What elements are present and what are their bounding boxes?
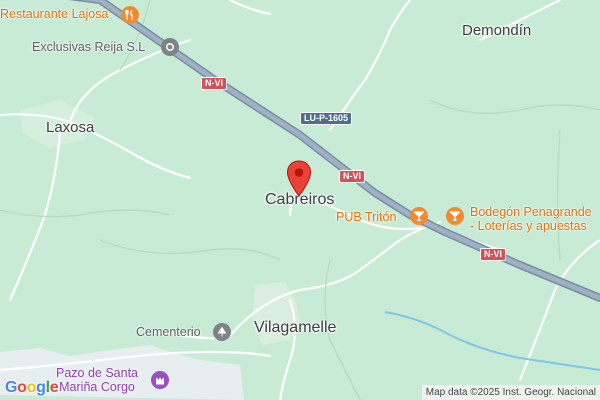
poi-label-bodegon-line1: Bodegón Penagrande: [470, 205, 592, 219]
poi-label-pub-triton[interactable]: PUB Tritón: [336, 211, 396, 224]
bar-icon[interactable]: [446, 207, 464, 225]
google-logo-letter: o: [26, 379, 37, 396]
poi-label-bodegon-line2: - Loterías y apuestas: [470, 219, 587, 234]
poi-label-restaurante-lajosa[interactable]: Restaurante Lajosa: [0, 8, 108, 21]
place-label-demondin[interactable]: Demondín: [462, 23, 531, 38]
place-label-laxosa[interactable]: Laxosa: [46, 120, 94, 135]
circle-dot-icon: [165, 42, 175, 52]
google-logo-letter: G: [5, 379, 18, 396]
poi-label-exclusivas-reija[interactable]: Exclusivas Reija S.L: [32, 41, 145, 54]
map-canvas[interactable]: N-VI N-VI N-VI LU-P-1605 Demondín Laxosa…: [0, 0, 600, 400]
stream: [384, 311, 600, 371]
google-logo-letters: Google: [5, 379, 59, 396]
cocktail-icon: [414, 211, 424, 221]
map-attribution: Map data ©2025 Inst. Geogr. Nacional: [421, 385, 600, 400]
poi-label-pazo-santa-marina[interactable]: Pazo de Santa Mariña Corgo: [56, 366, 138, 394]
google-logo-letter: g: [36, 379, 46, 396]
bar-icon[interactable]: [410, 207, 428, 225]
tree-icon: [217, 327, 227, 337]
cemetery-pin[interactable]: [213, 323, 231, 341]
road-shield-lu-p-1605: LU-P-1605: [300, 112, 353, 125]
restaurant-icon[interactable]: [121, 6, 139, 24]
road-shield-n-vi: N-VI: [480, 248, 506, 261]
road-shield-n-vi: N-VI: [201, 77, 227, 90]
google-logo-letter: o: [17, 379, 27, 396]
google-logo: Google: [5, 379, 59, 397]
google-logo-letter: e: [49, 379, 59, 396]
location-marker-pin[interactable]: [286, 160, 312, 198]
business-pin[interactable]: [161, 38, 179, 56]
poi-label-bodegon-penagrande[interactable]: Bodegón Penagrande - Loterías y apuestas: [470, 205, 592, 234]
poi-label-pazo-line2: Mariña Corgo: [59, 380, 135, 394]
poi-label-cementerio[interactable]: Cementerio: [136, 326, 201, 339]
fork-knife-icon: [125, 10, 133, 20]
place-label-vilagamelle[interactable]: Vilagamelle: [254, 320, 336, 336]
castle-icon: [156, 378, 164, 385]
road-shield-n-vi: N-VI: [339, 170, 365, 183]
landmark-pin[interactable]: [151, 371, 169, 389]
cocktail-icon: [450, 211, 460, 221]
poi-label-pazo-line1: Pazo de Santa: [56, 366, 139, 380]
